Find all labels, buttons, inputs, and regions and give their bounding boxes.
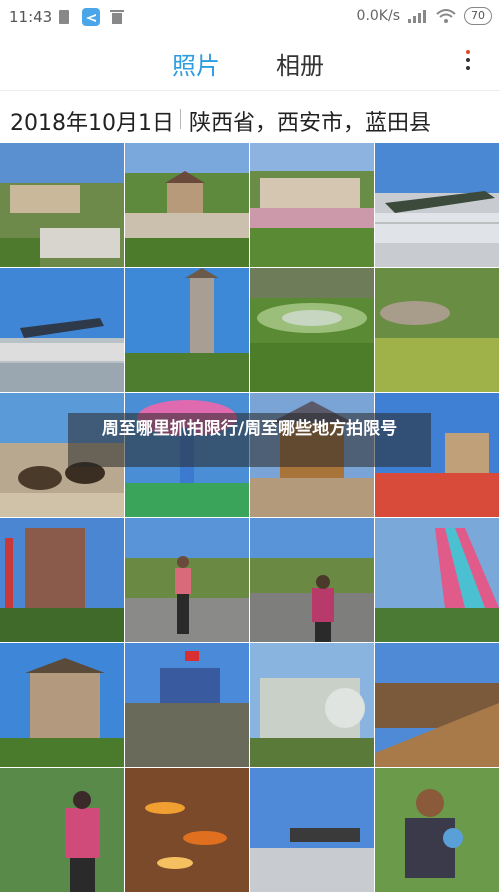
photo-pagoda[interactable] <box>125 268 249 392</box>
header-divider <box>180 109 181 129</box>
group-location[interactable]: 陕西省，西安市，蓝田县 <box>189 105 431 137</box>
group-date: 2018年10月1日 <box>10 111 174 136</box>
caption-title: 周至哪里抓拍限行/周至哪些地方拍限号 <box>101 419 398 439</box>
photo-stage-flags[interactable] <box>125 643 249 767</box>
photo-grid <box>0 143 500 892</box>
network-speed: 0.0K/s <box>356 8 400 24</box>
photo-child-portrait[interactable] <box>375 768 499 892</box>
trash-icon <box>110 10 124 24</box>
photo-town-overview[interactable] <box>250 143 374 267</box>
tab-bar: 照片 相册 <box>0 36 500 90</box>
photo-bridge-sign[interactable] <box>250 768 374 892</box>
status-time: 11:43 <box>9 8 53 26</box>
photo-airplane-display[interactable] <box>375 143 499 267</box>
signal-icon <box>408 10 426 23</box>
date-group-header: 2018年10月1日 陕西省，西安市，蓝田县 <box>0 90 500 142</box>
photo-watchtower[interactable] <box>0 643 124 767</box>
photo-rainbow-slide[interactable] <box>375 518 499 642</box>
photo-fighter-plane[interactable] <box>0 268 124 392</box>
photo-woman-garden[interactable] <box>0 768 124 892</box>
photo-stadium-aerial[interactable] <box>250 268 374 392</box>
airplane-icon <box>82 8 100 26</box>
photo-playground-slide[interactable] <box>0 518 124 642</box>
tab-photos[interactable]: 照片 <box>172 46 220 81</box>
tab-albums[interactable]: 相册 <box>276 46 324 81</box>
photo-woman-standing[interactable] <box>250 518 374 642</box>
photo-train-statue[interactable] <box>250 643 374 767</box>
status-bar: 11:43 0.0K/s 70 <box>0 0 500 36</box>
photo-arena-hills[interactable] <box>375 268 499 392</box>
photo-koi-fish[interactable] <box>125 768 249 892</box>
more-options-icon[interactable] <box>462 50 474 76</box>
photo-wooden-stairs[interactable] <box>375 643 499 767</box>
wifi-icon <box>436 9 456 23</box>
photo-village-buildings[interactable] <box>0 143 124 267</box>
sim-icon <box>59 10 69 24</box>
photo-chinese-temple[interactable] <box>125 143 249 267</box>
photo-man-walking[interactable] <box>125 518 249 642</box>
battery-icon: 70 <box>464 7 492 25</box>
